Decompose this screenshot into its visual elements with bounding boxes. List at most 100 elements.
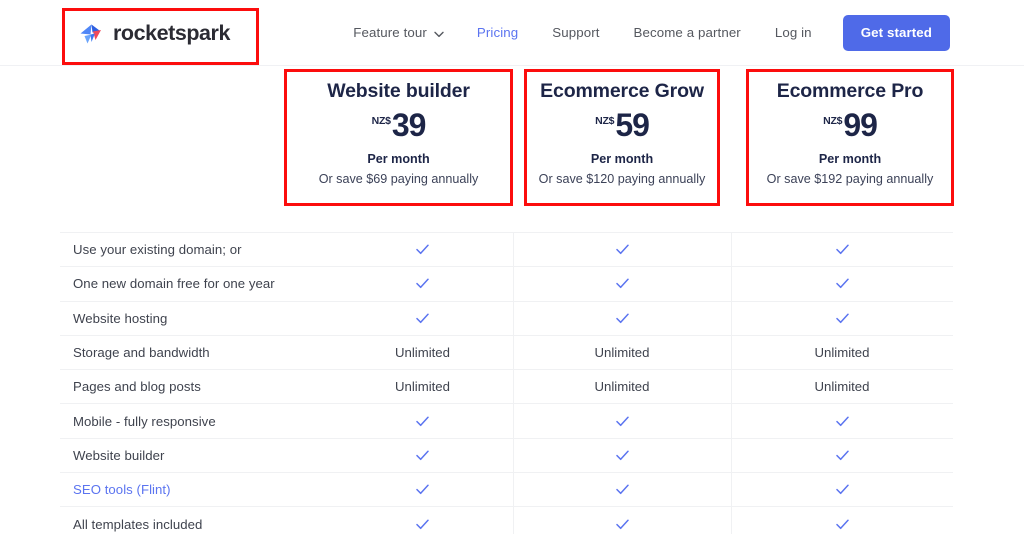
plan-name: Website builder: [327, 80, 470, 102]
plan-name: Ecommerce Pro: [776, 80, 924, 102]
feature-value-plan3: [731, 507, 953, 534]
table-row: One new domain free for one year: [60, 266, 953, 300]
chevron-down-icon: [434, 31, 444, 38]
plan-amount: 59: [615, 107, 650, 144]
nav-item-support[interactable]: Support: [535, 26, 616, 40]
check-icon: [416, 416, 429, 426]
check-icon: [835, 278, 849, 289]
check-icon: [416, 484, 429, 495]
check-icon: [615, 313, 629, 323]
check-icon: [615, 278, 629, 289]
plan-card-website-builder: Website builder NZ$ 39 Per month Or save…: [284, 69, 513, 205]
table-row: Pages and blog posts Unlimited Unlimited Un…: [60, 369, 953, 403]
feature-value-plan2: [513, 473, 731, 506]
plan-cards: Website builder NZ$ 39 Per month Or save…: [0, 66, 1024, 216]
brand-name: rocketspark: [113, 21, 230, 46]
feature-value-plan3: Unlimited: [814, 379, 870, 395]
feature-value-plan1: Unlimited: [395, 345, 450, 361]
plan-name: Ecommerce Grow: [540, 80, 704, 102]
plan-card-ecommerce-grow: Ecommerce Grow NZ$ 59 Per month Or save …: [524, 69, 720, 205]
plan-card-ecommerce-pro: Ecommerce Pro NZ$ 99 Per month Or save $…: [746, 69, 954, 205]
check-icon: [416, 278, 429, 289]
plan-period: Per month: [367, 152, 430, 167]
feature-value-plan1: [332, 267, 513, 300]
table-row: Mobile - fully responsive: [60, 403, 953, 437]
feature-value-plan3: [731, 439, 953, 472]
check-icon: [835, 313, 849, 323]
plan-annual-note: Or save $192 paying annually: [766, 171, 934, 186]
feature-value-plan1: [332, 439, 513, 472]
nav-item-become-a-partner[interactable]: Become a partner: [617, 26, 758, 40]
feature-name: Website hosting: [73, 310, 168, 326]
feature-name: Storage and bandwidth: [73, 345, 210, 361]
feature-value-plan3: Unlimited: [814, 345, 870, 361]
feature-value-plan2: [513, 439, 731, 472]
check-icon: [615, 416, 629, 426]
feature-name: Use your existing domain; or: [73, 242, 242, 258]
table-row: Website hosting: [60, 300, 953, 335]
check-icon: [416, 313, 429, 323]
feature-value-plan2: [513, 404, 731, 437]
nav-item-feature-tour[interactable]: Feature tour: [336, 25, 460, 41]
feature-name: All templates included: [73, 516, 203, 532]
plan-price: NZ$ 59: [524, 109, 720, 141]
plan-amount: 99: [843, 107, 878, 144]
feature-name: Pages and blog posts: [73, 379, 201, 395]
table-row: Storage and bandwidth Unlimited Unlimited U…: [60, 334, 953, 369]
check-icon: [835, 416, 849, 426]
nav-item-feature-tour-label: Feature tour: [353, 25, 427, 41]
table-row: Website builder: [60, 437, 953, 472]
plan-price: NZ$ 39: [284, 109, 513, 141]
feature-value-plan1: [332, 473, 513, 506]
plan-currency: NZ$: [823, 115, 843, 128]
check-icon: [416, 450, 429, 460]
plan-period: Per month: [590, 152, 654, 167]
check-icon: [835, 244, 849, 255]
feature-value-plan2: Unlimited: [594, 379, 650, 395]
feature-name: One new domain free for one year: [73, 276, 275, 292]
nav-item-pricing[interactable]: Pricing: [460, 26, 535, 40]
feature-name: Website builder: [73, 447, 165, 463]
feature-value-plan2: [513, 233, 731, 266]
plan-annual-note: Or save $69 paying annually: [318, 171, 479, 186]
plan-amount: 39: [391, 107, 427, 144]
feature-value-plan2: [513, 302, 731, 335]
check-icon: [615, 519, 629, 529]
check-icon: [615, 484, 629, 495]
main-navigation: Feature tour Pricing Support Become a pa…: [336, 0, 950, 66]
plan-currency: NZ$: [595, 115, 615, 128]
feature-value-plan3: [731, 473, 953, 506]
feature-value-plan2: [513, 267, 731, 300]
feature-value-plan1: [332, 404, 513, 437]
feature-value-plan2: [513, 507, 731, 534]
check-icon: [835, 450, 849, 460]
feature-value-plan3: [731, 302, 953, 335]
feature-value-plan1: [332, 233, 513, 266]
pricing-page: rocketspark Feature tour Pricing Support…: [0, 0, 1024, 534]
feature-comparison-table: Use your existing domain; or One new doma…: [60, 232, 953, 534]
site-header: rocketspark Feature tour Pricing Support…: [0, 0, 1024, 66]
table-row: All templates included: [60, 506, 953, 534]
feature-name: Mobile - fully responsive: [73, 413, 216, 429]
feature-value-plan2: Unlimited: [594, 345, 650, 361]
nav-item-log-in[interactable]: Log in: [758, 26, 829, 40]
brand-logo[interactable]: rocketspark: [78, 18, 230, 50]
check-icon: [615, 244, 629, 255]
feature-value-plan1: [332, 302, 513, 335]
plan-annual-note: Or save $120 paying annually: [538, 171, 706, 186]
check-icon: [615, 450, 629, 460]
check-icon: [835, 519, 849, 529]
feature-name[interactable]: SEO tools (Flint): [60, 482, 332, 497]
check-icon: [835, 484, 849, 495]
rocketspark-logo-icon: [80, 24, 101, 44]
check-icon: [416, 244, 429, 255]
table-row: SEO tools (Flint): [60, 472, 953, 506]
feature-value-plan3: [731, 267, 953, 300]
feature-value-plan1: [332, 507, 513, 534]
feature-value-plan3: [731, 404, 953, 437]
get-started-button[interactable]: Get started: [842, 15, 950, 51]
feature-value-plan3: [731, 233, 953, 266]
plan-currency: NZ$: [371, 115, 391, 128]
feature-value-plan1: Unlimited: [395, 379, 450, 395]
check-icon: [416, 519, 429, 529]
